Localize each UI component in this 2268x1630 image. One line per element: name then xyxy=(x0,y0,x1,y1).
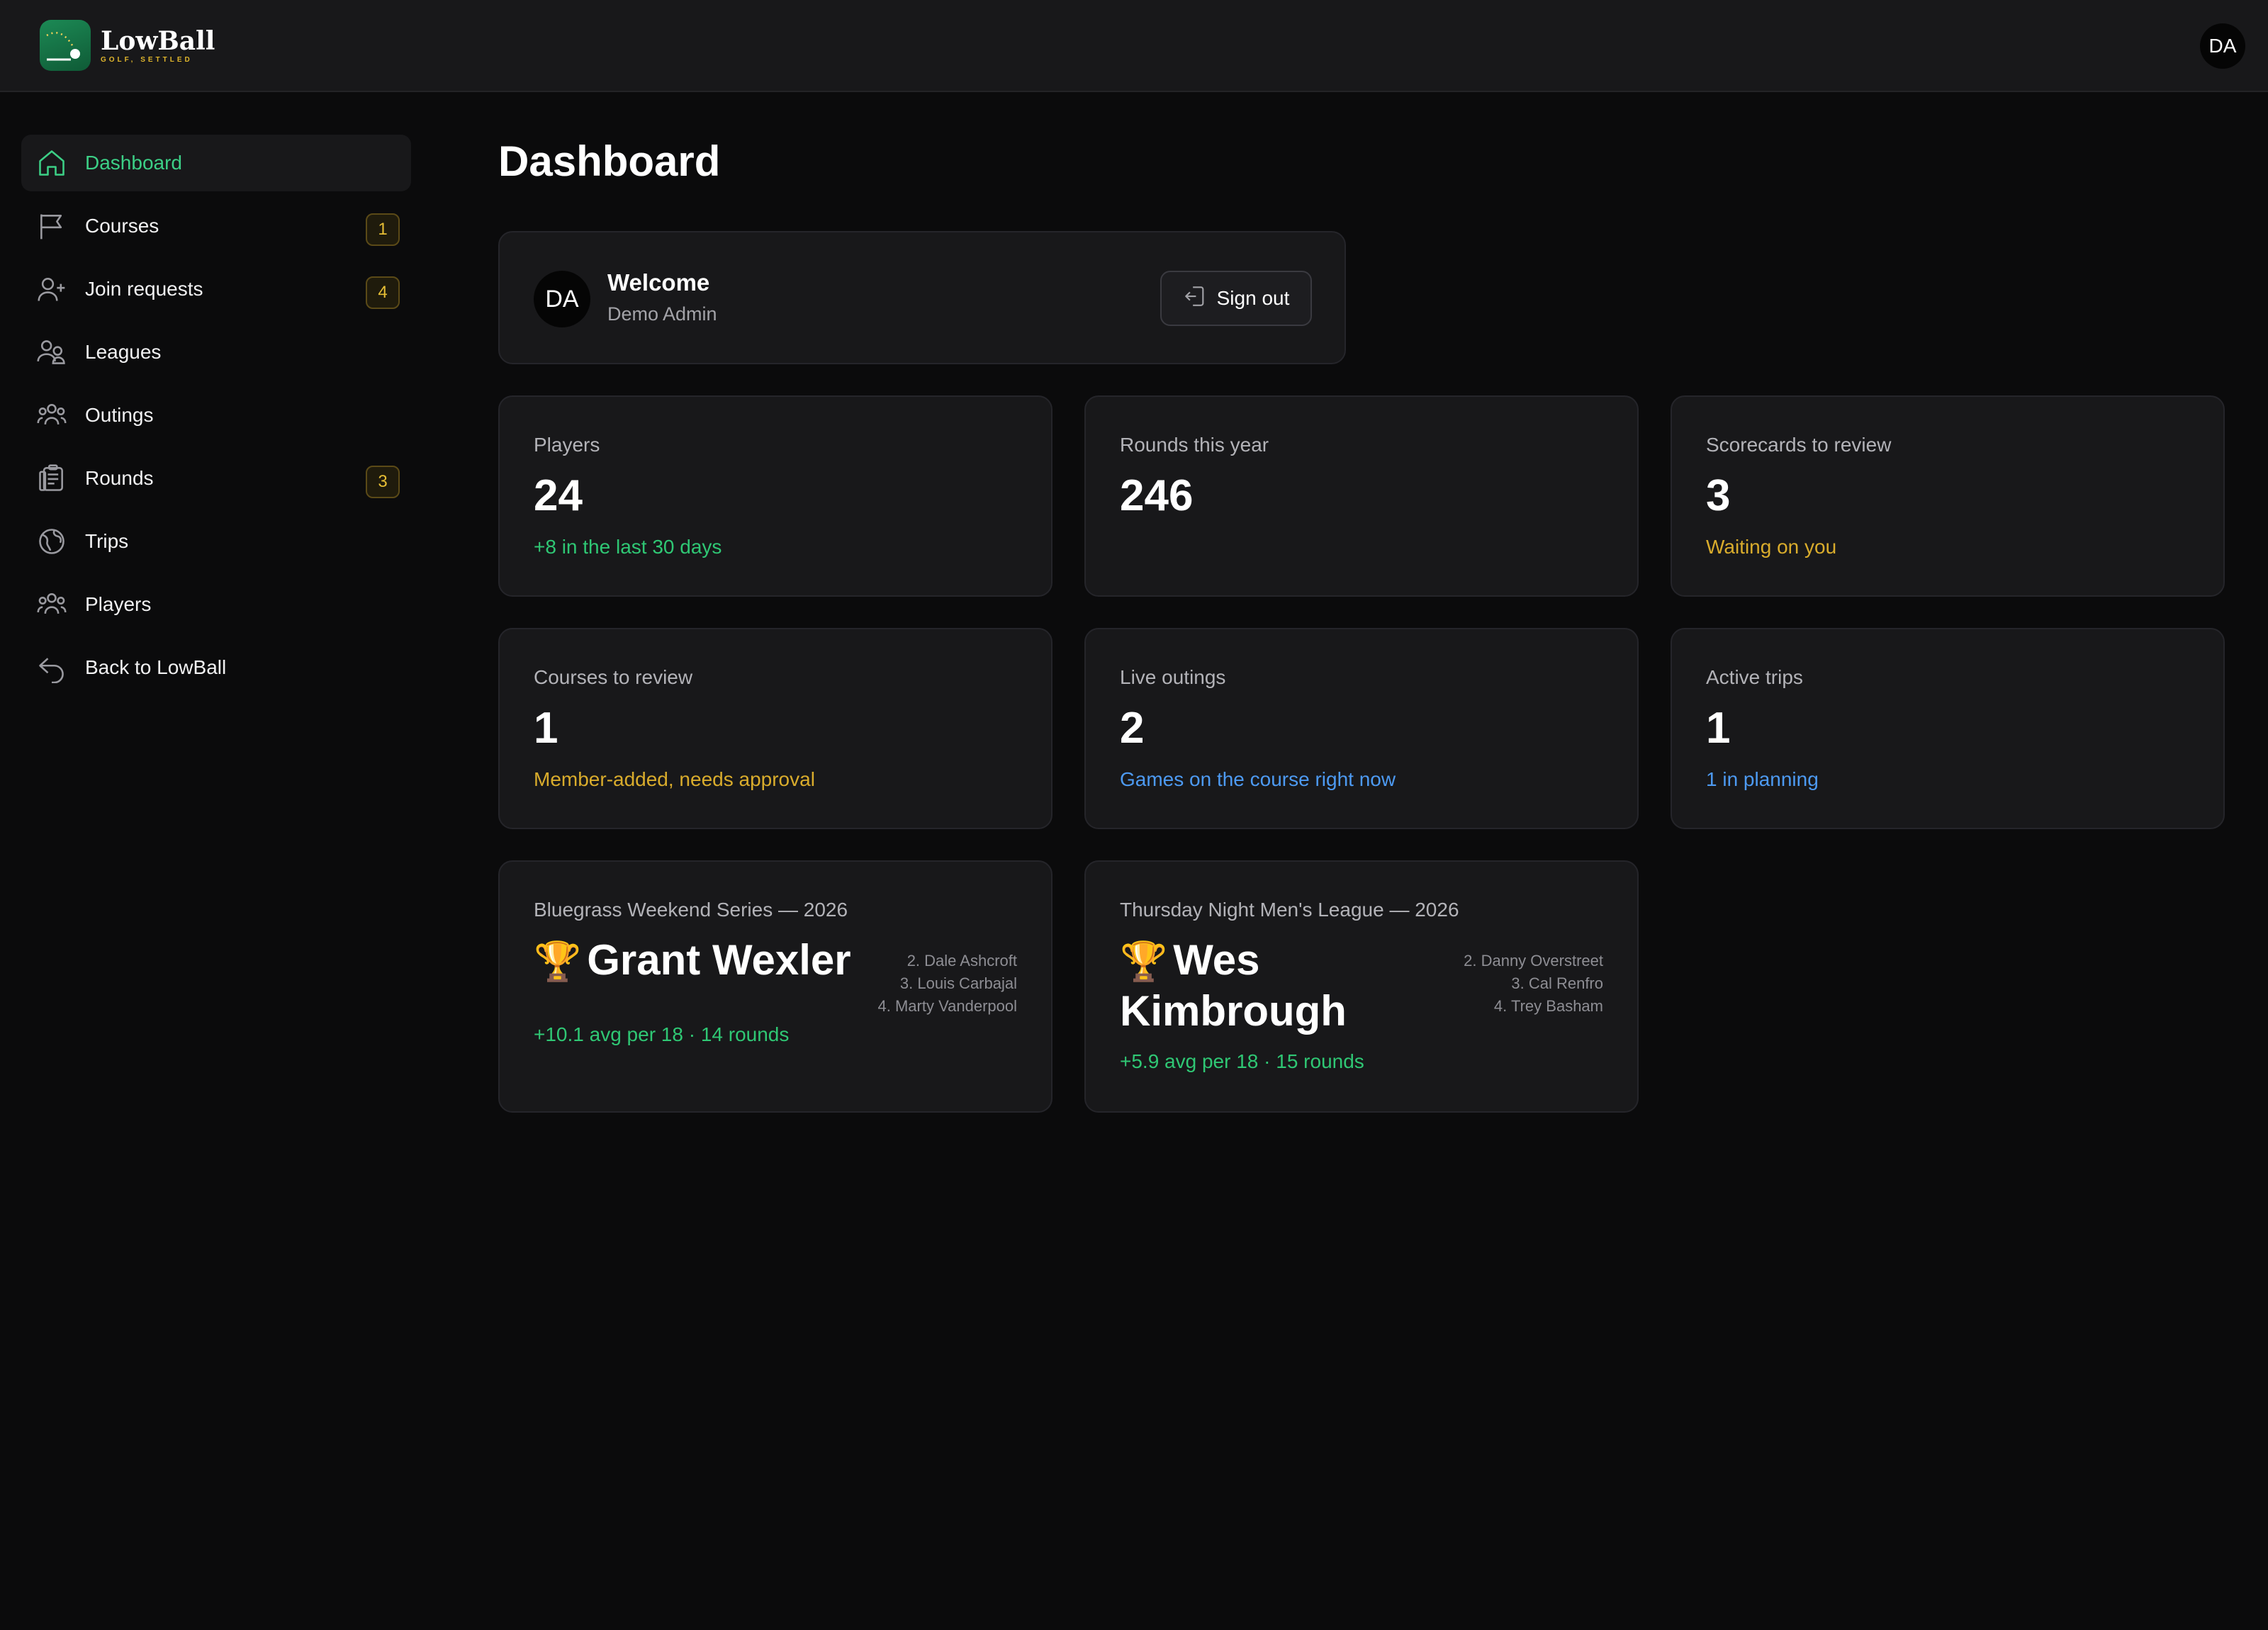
runner-up: 3. Cal Renfro xyxy=(1511,974,1603,992)
sidebar-item-players[interactable]: Players xyxy=(21,576,411,633)
globe-icon xyxy=(35,525,68,558)
stat-value: 3 xyxy=(1706,471,1731,520)
sidebar-item-label: Rounds xyxy=(85,467,154,489)
sidebar-item-label: Join requests xyxy=(85,278,203,300)
top-bar: LowBall GOLF, SETTLED DA xyxy=(0,0,2268,92)
stat-note: Games on the course right now xyxy=(1120,768,1396,790)
brand-name: LowBall xyxy=(101,26,215,56)
sidebar-item-label: Courses xyxy=(85,215,159,237)
runner-up: 3. Louis Carbajal xyxy=(899,974,1017,992)
trophy-icon: 🏆 xyxy=(1120,940,1168,983)
sidebar-item-courses[interactable]: Courses 1 xyxy=(21,198,411,254)
page-title: Dashboard xyxy=(498,137,721,185)
stat-card-scorecards-to-review[interactable]: Scorecards to review 3 Waiting on you xyxy=(1671,395,2225,597)
trophy-icon: 🏆 xyxy=(534,940,582,983)
sidebar-item-trips[interactable]: Trips xyxy=(21,513,411,570)
league-stat-note: +5.9 avg per 18 · 15 rounds xyxy=(1120,1050,1364,1072)
logo[interactable]: LowBall GOLF, SETTLED xyxy=(40,20,215,71)
brand-tagline: GOLF, SETTLED xyxy=(101,55,193,64)
stat-label: Active trips xyxy=(1706,666,1803,688)
welcome-title: Welcome xyxy=(607,269,710,296)
sidebar-item-label: Outings xyxy=(85,404,154,426)
main-content: Dashboard xyxy=(498,132,720,191)
leader-name: Wes xyxy=(1173,936,1260,984)
sidebar-item-leagues[interactable]: Leagues xyxy=(21,324,411,381)
stat-card-courses-to-review[interactable]: Courses to review 1 Member-added, needs … xyxy=(498,628,1052,829)
runners-up-list: 2. Dale Ashcroft 3. Louis Carbajal 4. Ma… xyxy=(878,950,1017,1018)
stat-note: +8 in the last 30 days xyxy=(534,536,722,558)
sidebar-item-label: Leagues xyxy=(85,341,162,363)
leader-name: Grant Wexler xyxy=(587,936,851,984)
runner-up: 2. Dale Ashcroft xyxy=(906,952,1017,969)
sidebar-item-label: Players xyxy=(85,593,152,615)
sidebar-item-back-to-lowball[interactable]: Back to LowBall xyxy=(21,639,411,696)
welcome-user-name: Demo Admin xyxy=(607,303,717,325)
stat-card-players[interactable]: Players 24 +8 in the last 30 days xyxy=(498,395,1052,597)
stat-value: 1 xyxy=(1706,704,1731,753)
sign-out-button[interactable]: Sign out xyxy=(1160,271,1312,326)
stat-value: 1 xyxy=(534,704,558,753)
home-icon xyxy=(35,147,68,179)
stat-card-rounds-this-year[interactable]: Rounds this year 246 xyxy=(1084,395,1639,597)
flag-icon xyxy=(35,210,68,242)
league-card-bluegrass[interactable]: Bluegrass Weekend Series — 2026 🏆 Grant W… xyxy=(498,860,1052,1113)
sidebar-item-join-requests[interactable]: Join requests 4 xyxy=(21,261,411,317)
stat-note: Waiting on you xyxy=(1706,536,1837,558)
league-card-thursday-night[interactable]: Thursday Night Men's League — 2026 🏆 Wes … xyxy=(1084,860,1639,1113)
leader-name-line2: Kimbrough xyxy=(1120,987,1347,1035)
sidebar-item-label: Trips xyxy=(85,530,129,552)
stat-label: Rounds this year xyxy=(1120,434,1269,456)
league-stat-note: +10.1 avg per 18 · 14 rounds xyxy=(534,1023,790,1045)
sidebar-item-label: Dashboard xyxy=(85,152,182,174)
stat-label: Live outings xyxy=(1120,666,1226,688)
clipboard-icon xyxy=(35,462,68,495)
sidebar-item-dashboard[interactable]: Dashboard xyxy=(21,135,411,191)
players-icon xyxy=(35,588,68,621)
sidebar-item-outings[interactable]: Outings xyxy=(21,387,411,444)
users-icon xyxy=(35,336,68,369)
sign-out-label: Sign out xyxy=(1216,287,1290,309)
back-arrow-icon xyxy=(35,651,68,684)
user-plus-icon xyxy=(35,273,68,305)
sidebar-item-rounds[interactable]: Rounds 3 xyxy=(21,450,411,507)
avatar: DA xyxy=(534,271,590,327)
league-title: Bluegrass Weekend Series — 2026 xyxy=(534,899,848,921)
stat-note: 1 in planning xyxy=(1706,768,1819,790)
stat-note: Member-added, needs approval xyxy=(534,768,815,790)
runners-up-list: 2. Danny Overstreet 3. Cal Renfro 4. Tre… xyxy=(1464,950,1603,1018)
league-leader: 🏆 Wes Kimbrough xyxy=(1120,935,1347,1036)
sidebar: Dashboard Courses 1 Join requests 4 Leag… xyxy=(21,135,411,702)
stat-label: Scorecards to review xyxy=(1706,434,1892,456)
league-title: Thursday Night Men's League — 2026 xyxy=(1120,899,1459,921)
stat-label: Players xyxy=(534,434,600,456)
count-badge: 3 xyxy=(366,466,400,498)
welcome-card: DA Welcome Demo Admin Sign out xyxy=(498,231,1346,364)
stat-value: 24 xyxy=(534,471,583,520)
stat-value: 246 xyxy=(1120,471,1194,520)
stat-label: Courses to review xyxy=(534,666,693,688)
sidebar-item-label: Back to LowBall xyxy=(85,656,227,678)
group-icon xyxy=(35,399,68,432)
count-badge: 4 xyxy=(366,276,400,309)
count-badge: 1 xyxy=(366,213,400,246)
league-leader: 🏆 Grant Wexler xyxy=(534,935,851,987)
stat-card-active-trips[interactable]: Active trips 1 1 in planning xyxy=(1671,628,2225,829)
stat-card-live-outings[interactable]: Live outings 2 Games on the course right… xyxy=(1084,628,1639,829)
stat-value: 2 xyxy=(1120,704,1145,753)
runner-up: 2. Danny Overstreet xyxy=(1464,952,1603,969)
logo-mark xyxy=(40,20,91,71)
sign-out-icon xyxy=(1183,284,1207,313)
user-avatar[interactable]: DA xyxy=(2200,23,2245,69)
runner-up: 4. Marty Vanderpool xyxy=(877,997,1017,1015)
runner-up: 4. Trey Basham xyxy=(1493,997,1603,1015)
